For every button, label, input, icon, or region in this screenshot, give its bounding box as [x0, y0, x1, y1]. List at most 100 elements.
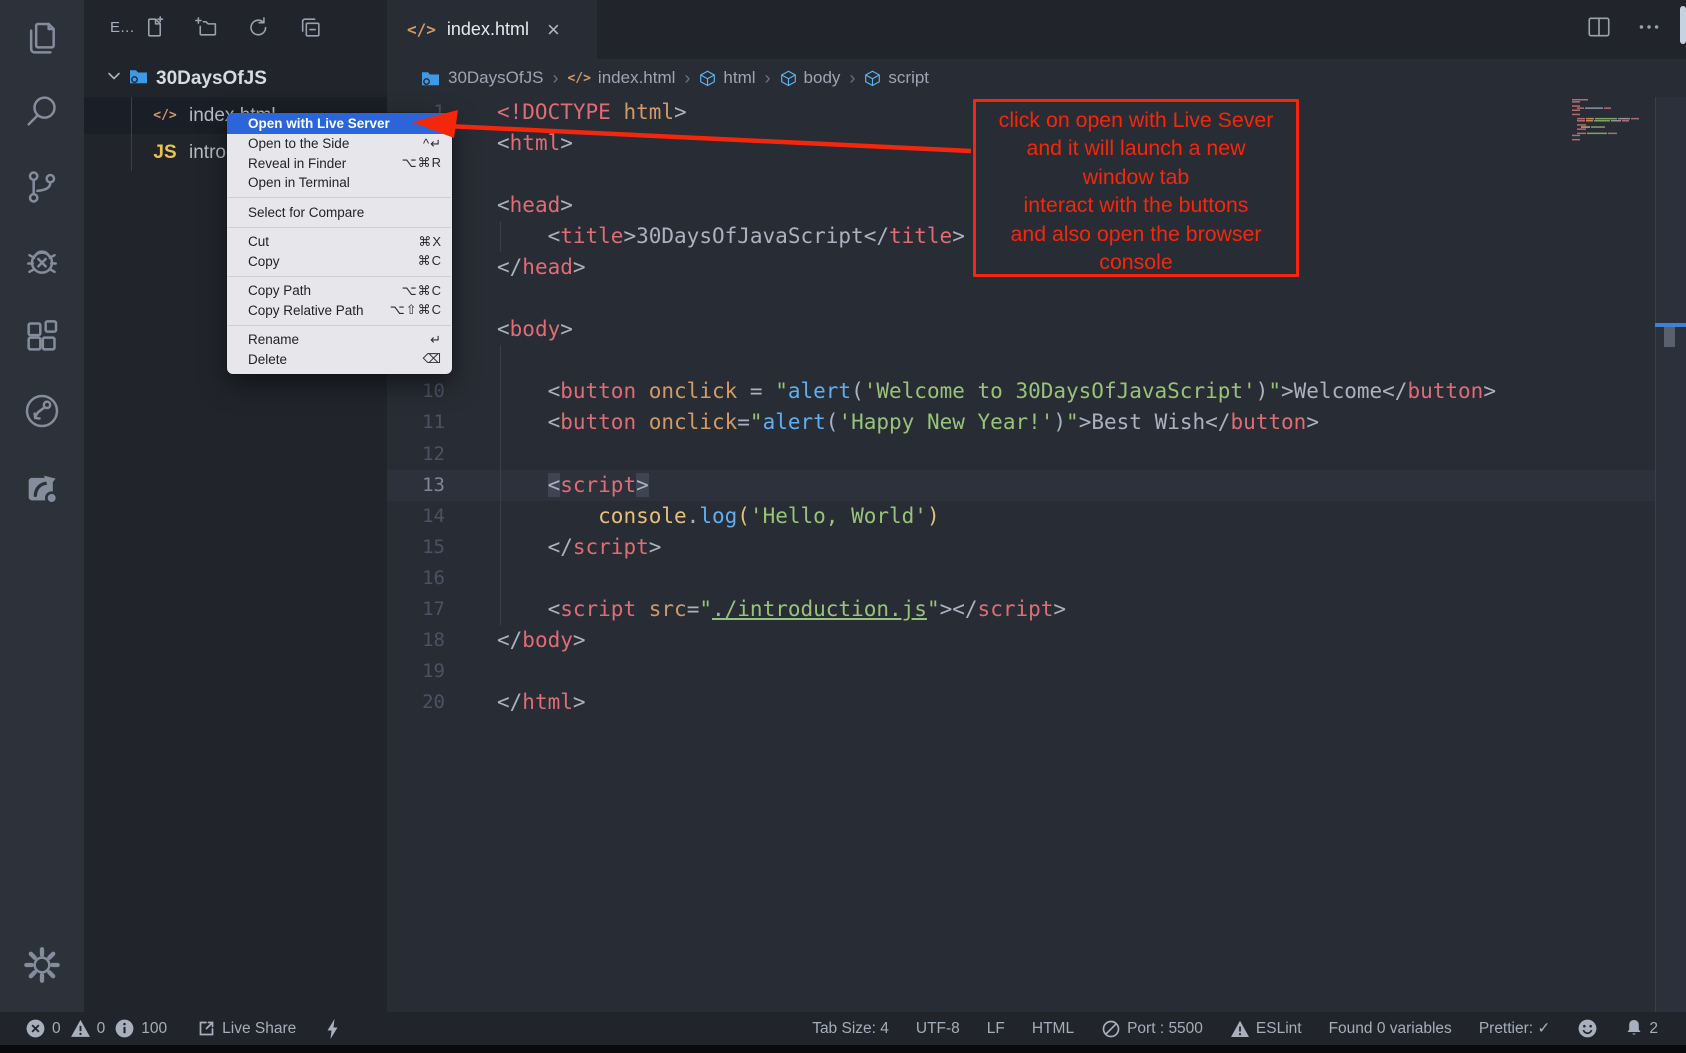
menu-item-reveal-in-finder[interactable]: Reveal in Finder⌥⌘R [227, 154, 452, 174]
status-0[interactable]: 0 [25, 1018, 61, 1039]
line-content: </script> [458, 532, 661, 563]
annotation-text-line: window tab [976, 163, 1296, 191]
scrollbar-track[interactable] [1655, 97, 1686, 1012]
code-line-12[interactable]: 12 [387, 439, 1686, 470]
new-file-button[interactable] [142, 15, 167, 45]
breadcrumb-item-script[interactable]: script [864, 68, 929, 88]
activity-item-settings[interactable] [21, 946, 63, 988]
breadcrumb: 30DaysOfJS›</>index.html›html›body›scrip… [387, 59, 1686, 97]
window-bottom-edge [0, 1045, 1686, 1053]
status-0[interactable]: 0 [70, 1018, 106, 1039]
symbol-icon [699, 70, 716, 87]
status-lf[interactable]: LF [987, 1020, 1005, 1038]
status-bolt[interactable] [325, 1018, 340, 1040]
menu-item-delete[interactable]: Delete⌫ [227, 350, 452, 370]
activity-item-publish[interactable] [21, 468, 63, 510]
line-content: <button onclick = "alert('Welcome to 30D… [458, 376, 1496, 407]
refresh-button[interactable] [246, 15, 271, 45]
tab-close-icon[interactable]: × [547, 19, 560, 41]
status-label: 2 [1649, 1020, 1658, 1038]
annotation-text-line: interact with the buttons [976, 191, 1296, 219]
scrollbar-thumb[interactable] [1664, 327, 1675, 347]
line-content: <head> [458, 190, 573, 221]
annotation-box: click on open with Live Severand it will… [973, 99, 1299, 277]
menu-item-open-to-the-side[interactable]: Open to the Side ^↵ [227, 134, 452, 154]
status-bar: 00 100 Live Share Tab Size: 4 UTF-8 LF HTML Po… [0, 1012, 1686, 1045]
line-content: <button onclick="alert('Happy New Year!'… [458, 407, 1319, 438]
menu-item-copy[interactable]: Copy⌘C [227, 252, 452, 272]
breadcrumb-item-index.html[interactable]: </>index.html [567, 68, 675, 88]
collapse-all-button[interactable] [298, 15, 323, 45]
status-html[interactable]: HTML [1032, 1020, 1074, 1038]
status-2[interactable]: 2 [1625, 1018, 1658, 1039]
split-editor-icon[interactable] [1586, 14, 1612, 45]
code-line-7[interactable]: 7 [387, 283, 1686, 314]
activity-item-source-control[interactable] [21, 168, 63, 210]
code-line-15[interactable]: 15 </script> [387, 532, 1686, 563]
root-folder-label: 30DaysOfJS [156, 68, 267, 90]
menu-item-label: Reveal in Finder [248, 156, 346, 171]
activity-item-search[interactable] [21, 92, 63, 134]
annotation-text-line: and also open the browser [976, 220, 1296, 248]
menu-item-select-for-compare[interactable]: Select for Compare [227, 203, 452, 223]
menu-item-label: Cut [248, 234, 269, 249]
menu-item-cut[interactable]: Cut ⌘X [227, 232, 452, 252]
activity-item-run-debug[interactable] [21, 242, 63, 284]
code-line-16[interactable]: 16 [387, 563, 1686, 594]
line-content: </html> [458, 687, 586, 718]
code-line-11[interactable]: 11 <button onclick="alert('Happy New Yea… [387, 407, 1686, 438]
status-tab-size-4[interactable]: Tab Size: 4 [812, 1020, 889, 1038]
code-line-17[interactable]: 17 <script src="./introduction.js"></scr… [387, 594, 1686, 625]
code-line-19[interactable]: 19 [387, 656, 1686, 687]
minimap[interactable] [1570, 99, 1652, 145]
tab-index-html[interactable]: </> index.html × [387, 0, 597, 59]
extensions-icon [22, 316, 62, 361]
menu-item-copy-path[interactable]: Copy Path⌥⌘C [227, 281, 452, 301]
menu-item-shortcut: ⌘X [418, 234, 442, 250]
refresh-icon [246, 27, 271, 44]
html-file-icon: </> [407, 20, 436, 39]
breadcrumb-separator: › [684, 68, 690, 89]
code-line-20[interactable]: 20</html> [387, 687, 1686, 718]
code-line-9[interactable]: 9 [387, 345, 1686, 376]
activity-item-live-share[interactable] [21, 392, 63, 434]
breadcrumb-label: script [888, 68, 929, 88]
status-utf-8[interactable]: UTF-8 [916, 1020, 960, 1038]
code-line-10[interactable]: 10 <button onclick = "alert('Welcome to … [387, 376, 1686, 407]
port-icon [1101, 1019, 1121, 1039]
status-found-0-variables[interactable]: Found 0 variables [1329, 1020, 1452, 1038]
activity-item-extensions[interactable] [21, 317, 63, 359]
tab-label: index.html [447, 19, 529, 40]
new-folder-button[interactable] [194, 15, 219, 45]
status-prettier-[interactable]: Prettier: ✓ [1479, 1019, 1551, 1038]
code-line-13[interactable]: 13 <script> [387, 470, 1686, 501]
breadcrumb-item-html[interactable]: html [699, 68, 755, 88]
status-label: LF [987, 1020, 1005, 1038]
menu-item-shortcut: ^↵ [423, 136, 442, 152]
code-line-18[interactable]: 18</body> [387, 625, 1686, 656]
bolt-icon [325, 1018, 340, 1040]
code-line-14[interactable]: 14 console.log('Hello, World') [387, 501, 1686, 532]
menu-item-label: Open to the Side [248, 136, 349, 151]
status-live-share[interactable]: Live Share [196, 1019, 296, 1039]
tree-root-folder[interactable]: 30DaysOfJS [84, 60, 387, 97]
status-smiley[interactable] [1577, 1018, 1598, 1039]
publish-icon [22, 467, 62, 512]
status-100[interactable]: 100 [114, 1018, 167, 1039]
status-port-5500[interactable]: Port : 5500 [1101, 1019, 1203, 1039]
breadcrumb-separator: › [849, 68, 855, 89]
menu-item-open-in-terminal[interactable]: Open in Terminal [227, 173, 452, 193]
breadcrumb-item-30DaysOfJS[interactable]: 30DaysOfJS [420, 68, 543, 88]
context-menu: Open with Live Server Open to the Side ^↵ R… [227, 113, 452, 374]
menu-item-shortcut: ⌘C [418, 253, 442, 269]
menu-item-copy-relative-path[interactable]: Copy Relative Path⌥⇧⌘C [227, 301, 452, 321]
breadcrumb-label: 30DaysOfJS [448, 68, 543, 88]
more-actions-icon[interactable] [1636, 14, 1662, 45]
code-line-8[interactable]: 8<body> [387, 314, 1686, 345]
status-eslint[interactable]: ESLint [1230, 1019, 1302, 1039]
activity-item-explorer[interactable] [21, 20, 63, 62]
menu-item-label: Copy Relative Path [248, 303, 364, 318]
menu-item-open-with-live-server[interactable]: Open with Live Server [227, 113, 452, 134]
menu-item-rename[interactable]: Rename↵ [227, 330, 452, 350]
breadcrumb-item-body[interactable]: body [780, 68, 841, 88]
